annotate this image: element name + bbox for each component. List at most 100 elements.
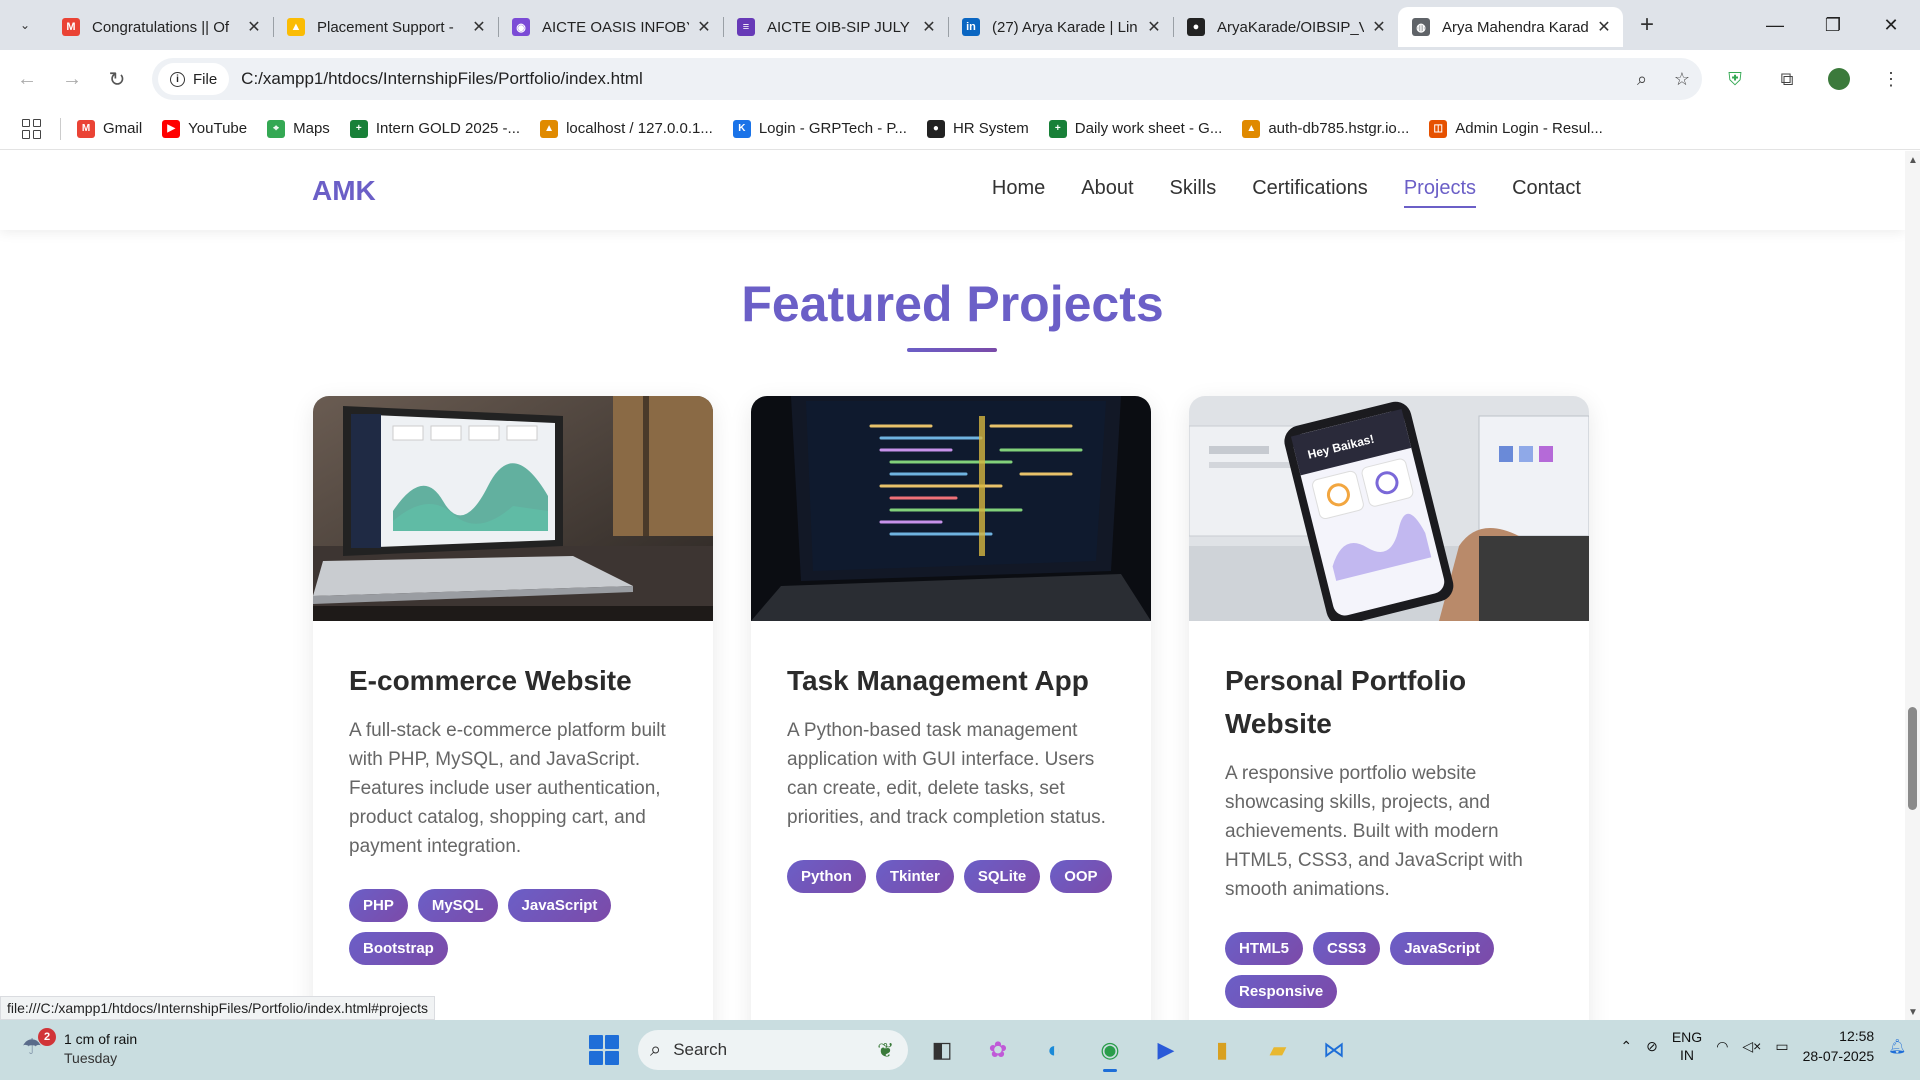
tab-title: Arya Mahendra Karad (1442, 18, 1589, 36)
browser-tab[interactable]: M Congratulations || Of ✕ (48, 7, 273, 47)
volume-muted-icon[interactable]: ◁× (1742, 1038, 1761, 1055)
network-alert-icon[interactable]: ⊘ (1646, 1038, 1658, 1055)
reload-icon[interactable]: ↻ (99, 61, 135, 97)
bookmark-item[interactable]: ◫ Admin Login - Resul... (1429, 119, 1603, 138)
language-indicator[interactable]: ENG IN (1672, 1028, 1702, 1064)
notification-bell-icon[interactable]: 🔔︎ (1888, 1038, 1906, 1055)
site-info-chip[interactable]: i File (158, 63, 230, 95)
google-forms-icon: ≡ (737, 18, 755, 36)
media-player-icon[interactable]: ▶ (1144, 1028, 1188, 1072)
laptop-code-image (751, 396, 1151, 621)
browser-tab[interactable]: ◍ Arya Mahendra Karad ✕ (1398, 7, 1623, 47)
bookmark-item[interactable]: K Login - GRPTech - P... (732, 119, 907, 138)
bookmark-item[interactable]: ● HR System (926, 119, 1029, 138)
scroll-down-arrow-icon[interactable]: ▼ (1908, 1007, 1918, 1018)
bookmark-item[interactable]: ▶ YouTube (162, 119, 247, 138)
windows-start-icon[interactable] (582, 1028, 626, 1072)
clock-time: 12:58 (1839, 1028, 1875, 1044)
info-icon: i (170, 71, 185, 87)
browser-tab[interactable]: ◉ AICTE OASIS INFOBY ✕ (498, 7, 723, 47)
lang-top: ENG (1671, 1029, 1703, 1045)
tab-close-icon[interactable]: ✕ (695, 17, 713, 37)
bookmark-label: Admin Login - Resul... (1455, 120, 1603, 137)
edge-icon[interactable]: ◐ (1032, 1028, 1076, 1072)
bookmark-label: Login - GRPTech - P... (758, 120, 907, 137)
nav-link-certifications[interactable]: Certifications (1252, 177, 1368, 200)
forward-arrow-icon[interactable]: → (54, 61, 90, 97)
nav-link-projects[interactable]: Projects (1403, 177, 1477, 208)
task-view-icon[interactable]: ◧ (920, 1028, 964, 1072)
profile-avatar[interactable] (1820, 60, 1858, 98)
page-scrollbar[interactable]: ▲ ▼ (1905, 151, 1920, 1020)
tab-search-chevron-icon[interactable]: ⌄ (10, 10, 40, 40)
youtube-icon: ▶ (162, 119, 181, 138)
taskbar-search[interactable]: ⌕ Search ❦ (638, 1030, 908, 1070)
battery-icon[interactable]: ▭ (1775, 1038, 1788, 1055)
file-explorer-icon[interactable]: ▰ (1256, 1028, 1300, 1072)
phpmyadmin-icon: ▲ (1242, 119, 1261, 138)
bookmark-item[interactable]: ▲ localhost / 127.0.0.1... (540, 119, 713, 138)
minimize-button[interactable]: — (1746, 0, 1804, 50)
restore-button[interactable]: ❐ (1804, 0, 1862, 50)
site-logo[interactable]: AMK (312, 175, 376, 207)
address-bar[interactable]: i File C:/xampp1/htdocs/InternshipFiles/… (152, 58, 1702, 100)
site-navbar: AMK Home About Skills Certifications Project… (0, 151, 1905, 230)
tab-title: Placement Support - (317, 18, 454, 36)
browser-tab[interactable]: ● AryaKarade/OIBSIP_V ✕ (1173, 7, 1398, 47)
project-card-ecommerce[interactable]: E-commerce Website A full-stack e-commer… (313, 396, 713, 1020)
url-text[interactable]: C:/xampp1/htdocs/InternshipFiles/Portfol… (241, 69, 1622, 89)
admin-icon: ◫ (1429, 119, 1448, 138)
apps-grid-icon[interactable] (22, 118, 42, 139)
project-description: A responsive portfolio website showcasin… (1225, 763, 1523, 900)
browser-tab[interactable]: ▲ Placement Support - ✕ (273, 7, 498, 47)
back-arrow-icon[interactable]: ← (9, 61, 45, 97)
maps-icon: ⌖ (267, 119, 286, 138)
tab-close-icon[interactable]: ✕ (470, 17, 488, 37)
browser-tab[interactable]: in (27) Arya Karade | Lin ✕ (948, 7, 1173, 47)
tab-close-icon[interactable]: ✕ (1370, 17, 1388, 37)
bookmark-star-icon[interactable]: ☆ (1662, 69, 1702, 90)
tab-close-icon[interactable]: ✕ (920, 17, 938, 37)
project-card-task-manager[interactable]: Task Management App A Python-based task … (751, 396, 1151, 1020)
kebab-menu-icon[interactable]: ⋮ (1872, 60, 1910, 98)
project-card-portfolio[interactable]: Hey Baikas! Personal Portfolio Website A… (1189, 396, 1589, 1020)
nav-link-home[interactable]: Home (992, 177, 1045, 200)
chrome-icon[interactable]: ◉ (1088, 1028, 1132, 1072)
bookmark-item[interactable]: ⌖ Maps (267, 119, 330, 138)
tab-title: AryaKarade/OIBSIP_V (1217, 18, 1364, 36)
bookmark-item[interactable]: + Intern GOLD 2025 -... (349, 119, 520, 138)
wifi-icon[interactable]: ◠ (1716, 1038, 1728, 1055)
nav-link-about[interactable]: About (1081, 177, 1133, 200)
file-chip-label: File (193, 70, 218, 88)
weather-widget[interactable]: ☂ 2 1 cm of rain Tuesday (22, 1028, 137, 1068)
windows-taskbar: ☂ 2 1 cm of rain Tuesday ⌕ Search ❦ ◧ ✿ … (0, 1020, 1920, 1080)
tabs-container: M Congratulations || Of ✕ ▲ Placement Suppor… (48, 3, 1623, 47)
card-body: E-commerce Website A full-stack e-commer… (313, 621, 713, 965)
nav-link-skills[interactable]: Skills (1170, 177, 1217, 200)
nav-link-contact[interactable]: Contact (1512, 177, 1581, 200)
tab-close-icon[interactable]: ✕ (1145, 17, 1163, 37)
bookmark-item[interactable]: M Gmail (77, 119, 142, 138)
bookmark-label: localhost / 127.0.0.1... (566, 120, 713, 137)
new-tab-button[interactable]: + (1631, 9, 1663, 41)
scroll-thumb[interactable] (1908, 707, 1917, 810)
shield-extension-icon[interactable]: ⛨ (1716, 60, 1754, 98)
clock[interactable]: 12:58 28-07-2025 (1803, 1026, 1875, 1066)
tech-tag: MySQL (417, 889, 498, 922)
vscode-icon[interactable]: ⋈ (1312, 1028, 1356, 1072)
copilot-icon[interactable]: ✿ (976, 1028, 1020, 1072)
browser-tab[interactable]: ≡ AICTE OIB-SIP JULY ✕ (723, 7, 948, 47)
close-window-button[interactable]: ✕ (1862, 0, 1920, 50)
scroll-up-arrow-icon[interactable]: ▲ (1908, 155, 1918, 166)
tab-close-icon[interactable]: ✕ (1595, 17, 1613, 37)
bookmark-item[interactable]: ▲ auth-db785.hstgr.io... (1242, 119, 1409, 138)
extensions-puzzle-icon[interactable]: ⧉ (1768, 60, 1806, 98)
tab-close-icon[interactable]: ✕ (245, 17, 263, 37)
card-body: Personal Portfolio Website A responsive … (1189, 621, 1589, 1008)
chevron-up-icon[interactable]: ⌃ (1620, 1038, 1632, 1055)
status-bar-url: file:///C:/xampp1/htdocs/InternshipFiles… (0, 996, 435, 1020)
bookmark-item[interactable]: + Daily work sheet - G... (1048, 119, 1223, 138)
zoom-icon[interactable]: ⌕ (1622, 69, 1662, 90)
bookmark-label: Daily work sheet - G... (1074, 120, 1223, 137)
bookmark-app-icon[interactable]: ▮ (1200, 1028, 1244, 1072)
